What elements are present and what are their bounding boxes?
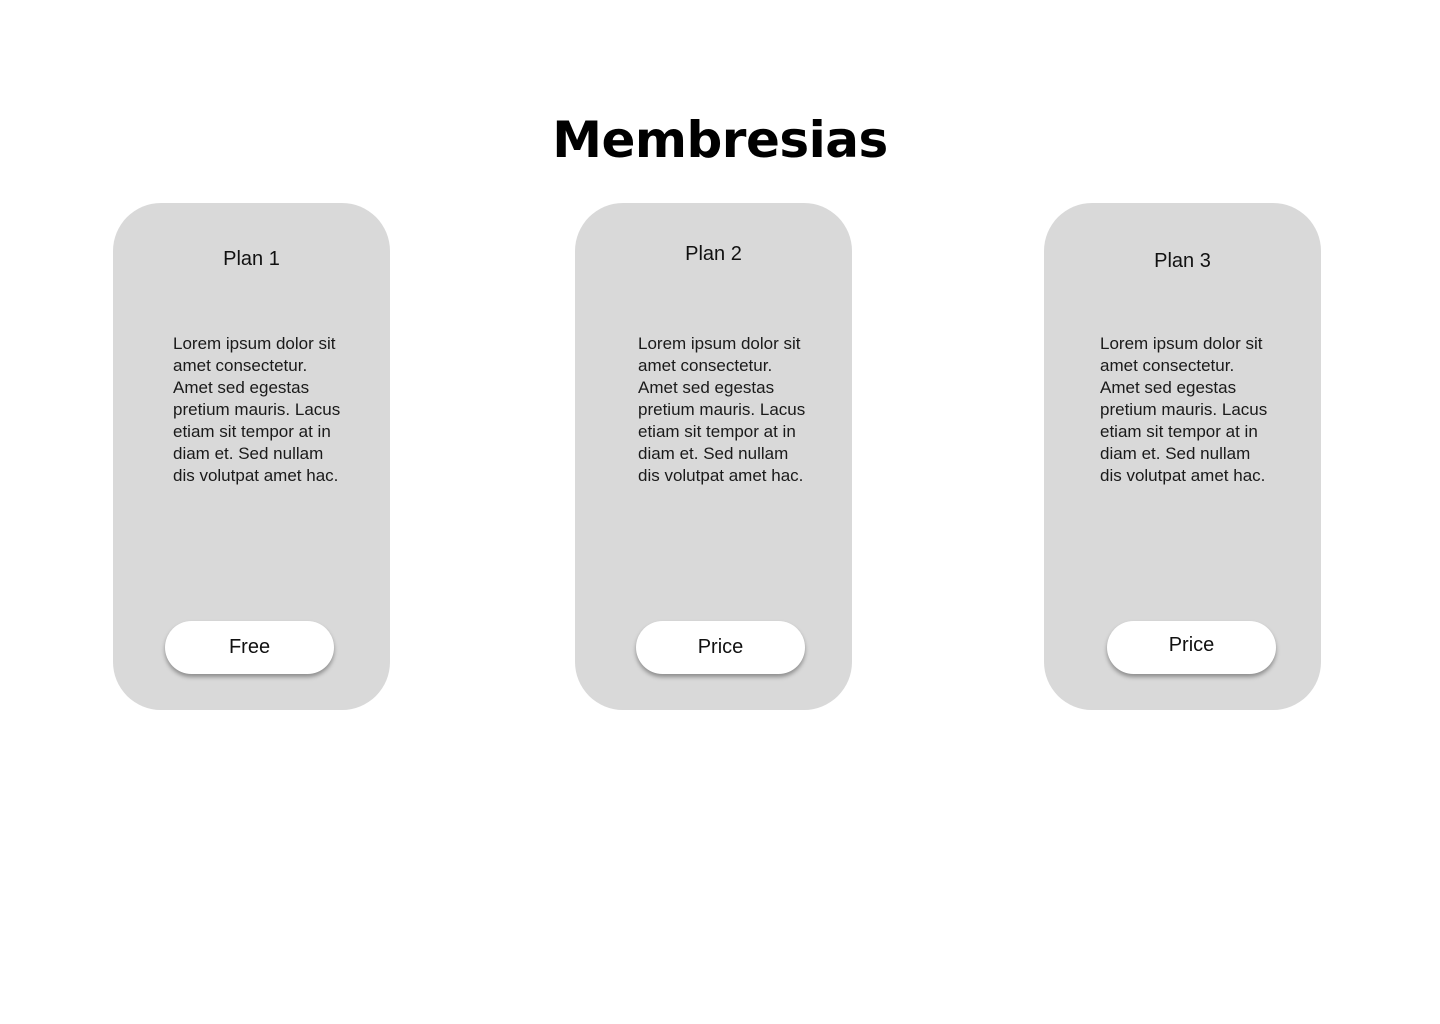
plan-card-3: Plan 3 Lorem ipsum dolor sit amet consec… bbox=[1044, 203, 1321, 710]
plan-title: Plan 1 bbox=[223, 248, 280, 270]
price-button[interactable]: Price bbox=[1107, 621, 1276, 674]
plan-title: Plan 3 bbox=[1154, 250, 1211, 272]
page-title: Membresias bbox=[552, 111, 888, 169]
price-button[interactable]: Price bbox=[636, 621, 805, 674]
plan-description: Lorem ipsum dolor sit amet consectetur. … bbox=[638, 334, 806, 485]
plan-description: Lorem ipsum dolor sit amet consectetur. … bbox=[173, 334, 341, 485]
plan-title: Plan 2 bbox=[685, 243, 742, 265]
plan-card-2: Plan 2 Lorem ipsum dolor sit amet consec… bbox=[575, 203, 852, 710]
plan-description: Lorem ipsum dolor sit amet consectetur. … bbox=[1100, 334, 1268, 485]
plan-card-1: Plan 1 Lorem ipsum dolor sit amet consec… bbox=[113, 203, 390, 710]
free-button[interactable]: Free bbox=[165, 621, 334, 674]
